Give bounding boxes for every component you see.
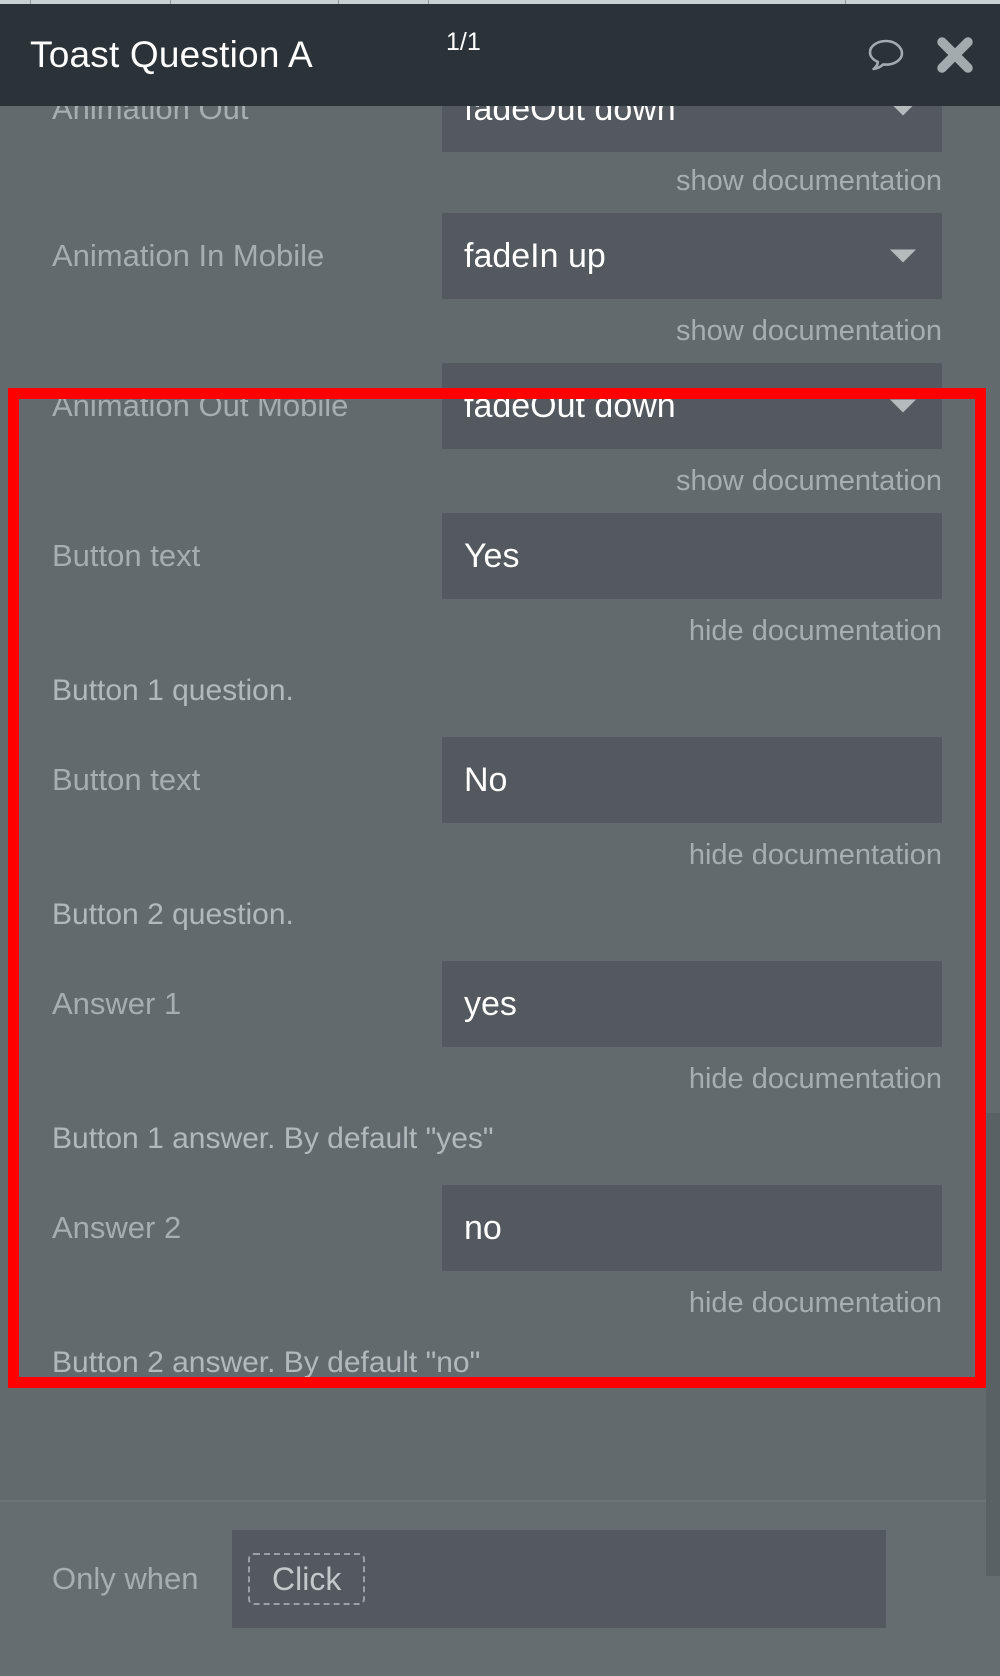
- row-label: Answer 1: [52, 986, 182, 1021]
- animation-in-mobile-select[interactable]: fadeIn up: [442, 213, 942, 299]
- field-value: fadeIn up: [464, 236, 606, 275]
- row-label: Button text: [52, 762, 201, 797]
- animation-out-select[interactable]: fadeOut down: [442, 106, 942, 152]
- doc-toggle-animation-out[interactable]: show documentation: [0, 158, 1000, 204]
- field-value: fadeOut down: [464, 106, 676, 128]
- doc-text-button-text-2: Button 2 question.: [52, 898, 294, 931]
- doc-toggle-answer-2[interactable]: hide documentation: [0, 1280, 1000, 1326]
- button-text-2-input[interactable]: No: [442, 737, 942, 823]
- row-label: Animation Out Mobile: [52, 388, 349, 423]
- speech-bubble-icon[interactable]: [862, 31, 910, 79]
- doc-text-button-text-1: Button 1 question.: [52, 674, 294, 707]
- dialog-header: Toast Question A 1/1: [0, 4, 1000, 106]
- answer-2-input[interactable]: no: [442, 1185, 942, 1271]
- setting-row-animation-out-mobile: Animation Out Mobile fadeOut down: [0, 354, 1000, 458]
- page-counter: 1/1: [446, 28, 481, 56]
- row-label: Animation Out: [52, 106, 249, 126]
- doc-text-answer-2: Button 2 answer. By default "no": [52, 1346, 481, 1379]
- scrollbar-thumb[interactable]: [986, 1113, 1000, 1576]
- field-value: no: [464, 1208, 502, 1247]
- button-text-1-input[interactable]: Yes: [442, 513, 942, 599]
- setting-row-button-text-2: Button text No: [0, 728, 1000, 832]
- field-value: Yes: [464, 536, 520, 575]
- chevron-down-icon: [890, 106, 916, 116]
- doc-toggle-button-text-2[interactable]: hide documentation: [0, 832, 1000, 878]
- row-label: Answer 2: [52, 1210, 182, 1245]
- header-actions: [862, 31, 978, 79]
- setting-row-animation-out: Animation Out fadeOut down: [0, 106, 1000, 158]
- doc-toggle-button-text-1[interactable]: hide documentation: [0, 608, 1000, 654]
- setting-row-answer-2: Answer 2 no: [0, 1176, 1000, 1280]
- close-icon[interactable]: [932, 32, 978, 78]
- chevron-down-icon: [890, 399, 916, 413]
- setting-row-only-when: Only when Click: [0, 1530, 1000, 1628]
- answer-1-input[interactable]: yes: [442, 961, 942, 1047]
- animation-out-mobile-select[interactable]: fadeOut down: [442, 363, 942, 449]
- dialog-window: Toast Question A 1/1 Animation Out fadeO…: [0, 0, 1000, 1676]
- vertical-scrollbar[interactable]: [986, 1113, 1000, 1576]
- only-when-section: Only when Click: [0, 1502, 1000, 1676]
- field-value: yes: [464, 984, 517, 1023]
- setting-row-animation-in-mobile: Animation In Mobile fadeIn up: [0, 204, 1000, 308]
- row-label: Animation In Mobile: [52, 238, 325, 273]
- only-when-label: Only when: [52, 1561, 199, 1596]
- settings-scroll-area[interactable]: Animation Out fadeOut down show document…: [0, 106, 1000, 1676]
- only-when-chip-click[interactable]: Click: [248, 1553, 366, 1605]
- only-when-field[interactable]: Click: [232, 1530, 886, 1628]
- doc-toggle-animation-in-mobile[interactable]: show documentation: [0, 308, 1000, 354]
- doc-toggle-answer-1[interactable]: hide documentation: [0, 1056, 1000, 1102]
- doc-text-answer-1: Button 1 answer. By default "yes": [52, 1122, 494, 1155]
- field-value: fadeOut down: [464, 386, 676, 425]
- setting-row-button-text-1: Button text Yes: [0, 504, 1000, 608]
- row-label: Button text: [52, 538, 201, 573]
- setting-row-answer-1: Answer 1 yes: [0, 952, 1000, 1056]
- page-title: Toast Question A: [30, 34, 313, 75]
- chevron-down-icon: [890, 249, 916, 263]
- doc-toggle-animation-out-mobile[interactable]: show documentation: [0, 458, 1000, 504]
- field-value: No: [464, 760, 508, 799]
